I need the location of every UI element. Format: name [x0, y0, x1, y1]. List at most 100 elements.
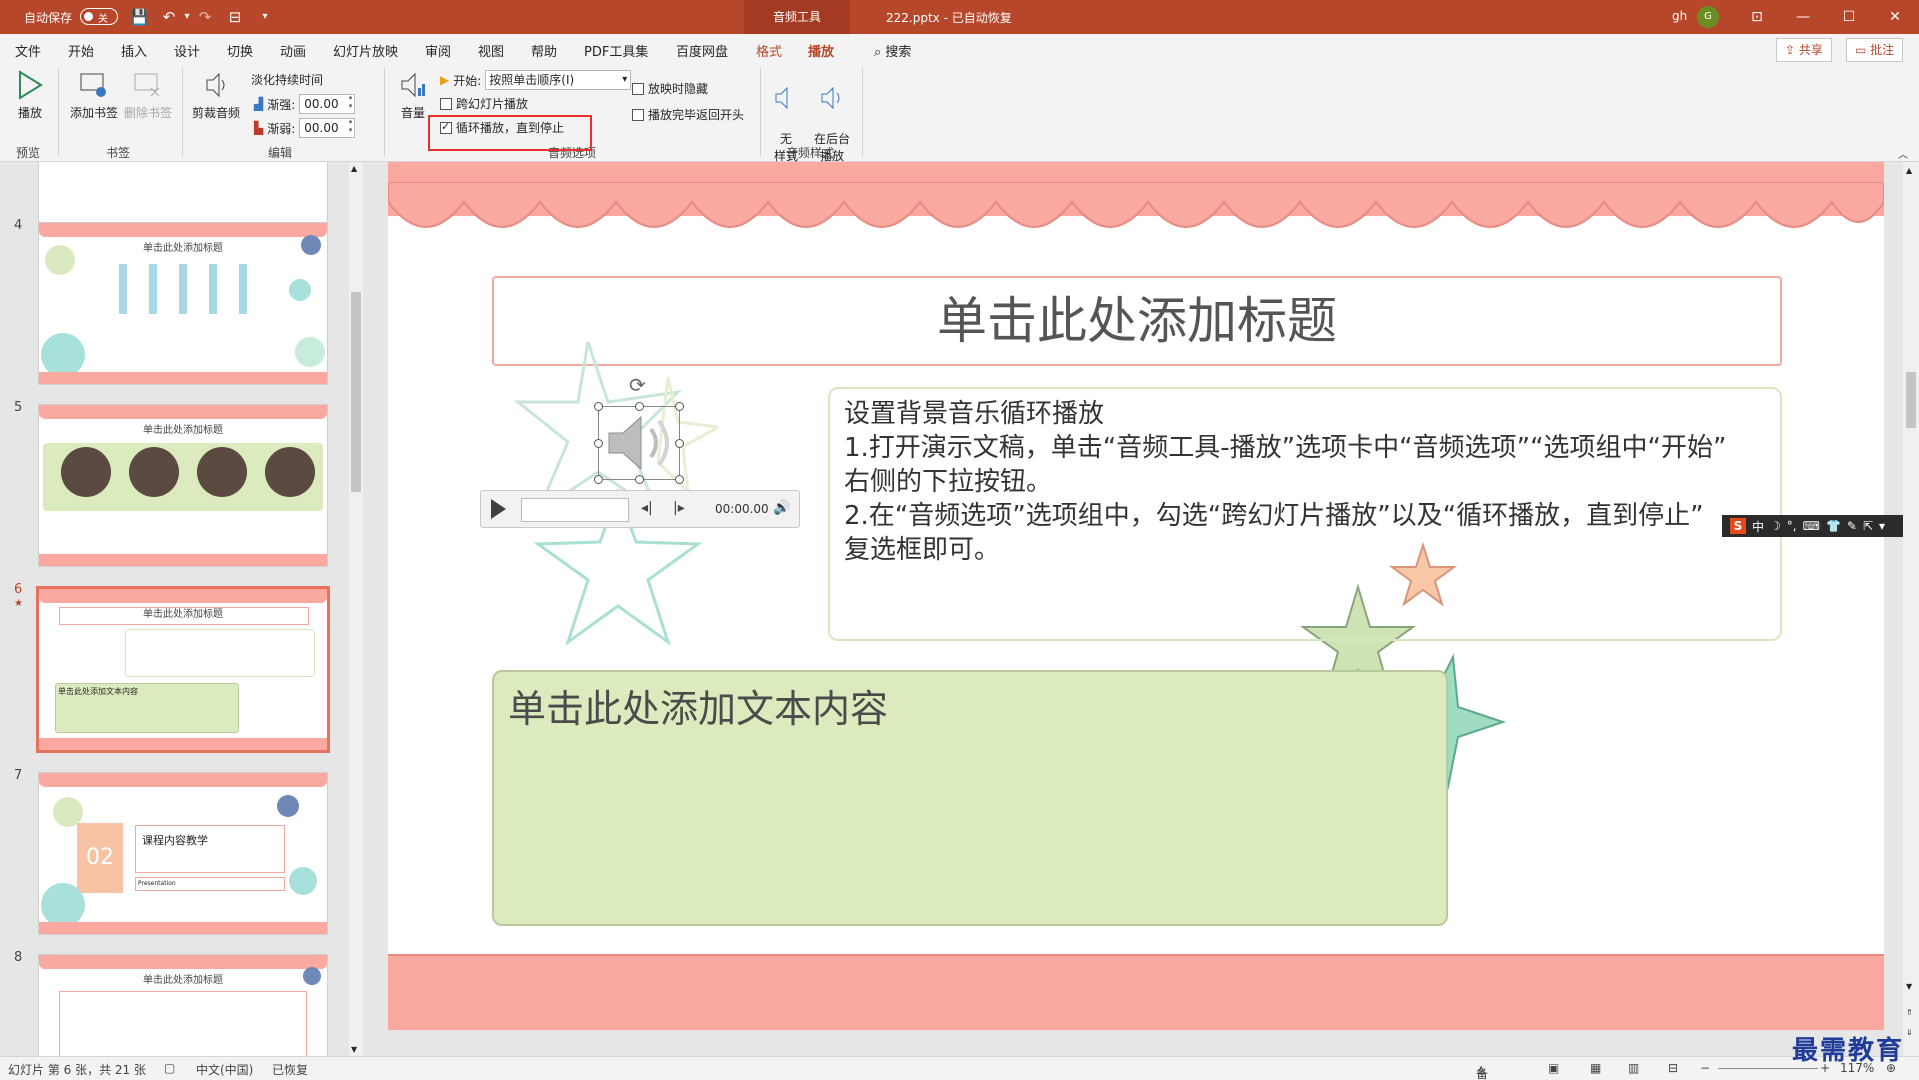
wrench-icon[interactable]: ✎ — [1847, 519, 1857, 533]
start-dropdown[interactable]: 按照单击顺序(I) — [485, 70, 632, 90]
volume-icon — [401, 72, 425, 98]
fade-in-input[interactable]: 00.00 — [299, 93, 356, 114]
undo-icon[interactable]: ↶ — [160, 8, 178, 26]
rotate-handle-icon[interactable]: ⟳ — [629, 373, 646, 397]
next-slide-icon: ⇓ — [1906, 1028, 1913, 1037]
rewind-after-playing-checkbox[interactable] — [632, 108, 644, 121]
comments-button[interactable]: ▭ 批注 — [1846, 38, 1904, 62]
across-slides-label: 跨幻灯片播放 — [456, 97, 529, 111]
player-forward-icon[interactable]: |▸ — [673, 500, 685, 516]
keyboard-icon[interactable]: ⌨ — [1803, 519, 1820, 533]
search-box[interactable]: ⌕ 搜索 — [874, 41, 911, 60]
share-button[interactable]: ⇪ 共享 — [1776, 38, 1832, 62]
slide-scrollbar[interactable]: ▲ ▼ ⇑ ⇓ — [1903, 162, 1919, 1056]
autosave-toggle[interactable]: 关 — [80, 8, 118, 25]
tab-view[interactable]: 视图 — [478, 41, 504, 60]
save-icon[interactable]: 💾 — [130, 8, 149, 26]
collapse-ribbon-icon[interactable]: ︿ — [1898, 146, 1908, 161]
player-play-icon[interactable] — [491, 499, 506, 519]
ime-language[interactable]: 中 — [1752, 518, 1764, 535]
zoom-out-icon[interactable]: − — [1700, 1061, 1710, 1075]
hide-during-show-label: 放映时隐藏 — [648, 82, 709, 96]
remove-bookmark-icon — [134, 73, 160, 97]
zoom-slider[interactable] — [1718, 1068, 1818, 1069]
slide-thumbnail-8[interactable]: 单击此处添加标题 — [38, 954, 328, 1056]
skin-icon[interactable]: 👕 — [1826, 519, 1841, 533]
undo-dropdown-icon[interactable]: ▾ — [178, 8, 196, 26]
slide-text-box[interactable]: 设置背景音乐循环播放 1.打开演示文稿，单击“音频工具-播放”选项卡中“音频选项… — [828, 387, 1782, 641]
group-label-bookmarks: 书签 — [106, 146, 131, 160]
title-bar: 自动保存 关 💾 ↶ ▾ ↷ ⊟ ▾ 音频工具 222.pptx - 已自动恢复… — [0, 0, 1919, 34]
redo-icon[interactable]: ↷ — [196, 8, 214, 26]
moon-icon[interactable]: ☽ — [1770, 519, 1781, 533]
audio-player: ◂| |▸ 00:00.00 🔊 — [480, 490, 800, 528]
fade-out-input[interactable]: 00.00 — [299, 117, 356, 138]
text-line: 复选框即可。 — [844, 535, 1001, 565]
customize-qat-icon[interactable]: ▾ — [256, 8, 274, 26]
slide-bottom-border — [388, 954, 1884, 1030]
thumbnail-title: 单击此处添加标题 — [143, 425, 223, 436]
player-volume-icon[interactable]: 🔊 — [773, 500, 790, 516]
tab-baidu-netdisk[interactable]: 百度网盘 — [676, 41, 728, 60]
normal-view-icon[interactable]: ▣ — [1548, 1061, 1559, 1075]
user-name[interactable]: gh — [1672, 9, 1687, 23]
ime-menu-icon[interactable]: ▾ — [1879, 519, 1885, 533]
annotation-highlight-box — [428, 115, 592, 151]
tab-insert[interactable]: 插入 — [121, 41, 147, 60]
close-button[interactable]: ✕ — [1872, 0, 1918, 34]
slide-count: 幻灯片 第 6 张，共 21 张 — [8, 1063, 146, 1077]
tab-transitions[interactable]: 切换 — [227, 41, 253, 60]
ribbon-display-options-icon[interactable]: ⊡ — [1734, 0, 1780, 34]
punctuation-icon[interactable]: °, — [1787, 519, 1797, 533]
tab-playback[interactable]: 播放 — [808, 41, 835, 67]
expand-icon[interactable]: ⇱ — [1863, 519, 1873, 533]
tab-animations[interactable]: 动画 — [280, 41, 306, 60]
tab-pdf-tools[interactable]: PDF工具集 — [584, 41, 648, 60]
tab-help[interactable]: 帮助 — [531, 41, 557, 60]
slide-thumbnail-7[interactable]: 02 课程内容教学 Presentation — [38, 772, 328, 935]
tab-file[interactable]: 文件 — [15, 41, 41, 60]
ime-toolbar[interactable]: S 中 ☽ °, ⌨ 👕 ✎ ⇱ ▾ — [1722, 515, 1912, 537]
player-time: 00:00.00 — [715, 502, 769, 516]
trim-audio-button[interactable]: 剪裁音频 — [190, 70, 242, 121]
tab-design[interactable]: 设计 — [174, 41, 200, 60]
player-seek-bar[interactable] — [521, 498, 629, 522]
tab-home[interactable]: 开始 — [68, 41, 94, 60]
trim-audio-icon — [206, 72, 225, 98]
language-indicator[interactable]: 中文(中国) — [196, 1061, 253, 1078]
volume-button[interactable]: 音量 — [396, 70, 430, 121]
present-icon[interactable]: ⊟ — [226, 8, 244, 26]
tab-slideshow[interactable]: 幻灯片放映 — [333, 41, 398, 60]
audio-icon-selection[interactable]: ⟳ — [594, 373, 684, 484]
slide-thumbnail-6[interactable]: 单击此处添加标题 单击此处添加文本内容 — [36, 586, 330, 753]
content-placeholder[interactable]: 单击此处添加文本内容 — [492, 670, 1448, 926]
play-icon — [19, 70, 43, 100]
hide-during-show-checkbox[interactable] — [632, 82, 644, 95]
avatar[interactable]: G — [1697, 6, 1719, 28]
slideshow-view-icon[interactable]: ⊟ — [1668, 1061, 1678, 1075]
fade-in-icon: ▟ — [254, 97, 264, 111]
text-line: 2.在“音频选项”选项组中，勾选“跨幻灯片播放”以及“循环播放，直到停止” — [844, 501, 1704, 531]
add-bookmark-button[interactable]: 添加书签 — [68, 70, 120, 121]
thumbnail-title: 单击此处添加标题 — [143, 243, 223, 254]
reading-view-icon[interactable]: ▥ — [1628, 1061, 1639, 1075]
no-style-icon — [775, 86, 788, 110]
scroll-down-icon: ▼ — [1906, 982, 1913, 991]
tab-format[interactable]: 格式 — [756, 41, 782, 60]
slide-thumbnail-5[interactable]: 单击此处添加标题 — [38, 404, 328, 567]
remove-bookmark-button[interactable]: 删除书签 — [122, 70, 174, 121]
spelling-icon[interactable]: ▢ — [164, 1061, 175, 1075]
minimize-button[interactable]: — — [1780, 0, 1826, 34]
tab-review[interactable]: 审阅 — [425, 41, 451, 60]
slide-sorter-view-icon[interactable]: ▦ — [1590, 1061, 1601, 1075]
thumbnail-scrollbar[interactable]: ▲ ▼ — [349, 162, 363, 1056]
player-back-icon[interactable]: ◂| — [641, 500, 653, 516]
across-slides-checkbox[interactable] — [440, 97, 452, 110]
ribbon: 播放 预览 添加书签 删除书签 书签 剪裁音频 淡化持续时间 ▟ 渐强: 00.… — [0, 64, 1919, 163]
slide-number: 7 — [14, 768, 23, 783]
maximize-button[interactable]: ☐ — [1826, 0, 1872, 34]
start-label: 开始: — [453, 73, 482, 88]
play-button[interactable]: 播放 — [14, 70, 46, 121]
fade-out-label: 渐弱: — [267, 121, 296, 136]
slide-thumbnail-4[interactable]: 单击此处添加标题 — [38, 222, 328, 385]
